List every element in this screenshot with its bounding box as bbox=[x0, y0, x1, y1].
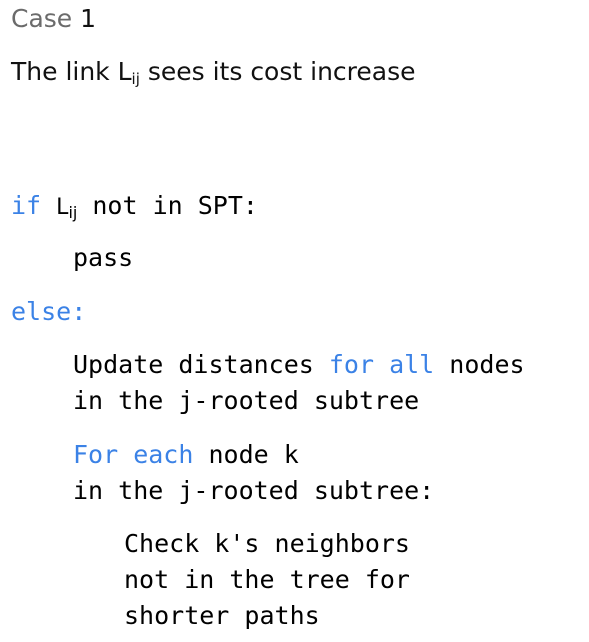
code-line-update-continuation: in the j-rooted subtree bbox=[73, 386, 420, 415]
update-text: Update distances bbox=[73, 350, 329, 379]
description-before: The link L bbox=[11, 57, 132, 86]
code-line-update: Update distances for all nodes bbox=[73, 347, 525, 383]
for-all-keyword: for all bbox=[328, 350, 435, 379]
code-line-pass: pass bbox=[73, 243, 134, 272]
link-variable: L bbox=[56, 195, 69, 220]
case-heading: Case 1 bbox=[11, 3, 96, 35]
description-after: sees its cost increase bbox=[139, 57, 416, 86]
case-label: Case bbox=[11, 4, 73, 33]
if-keyword: if bbox=[11, 191, 42, 220]
case-description: The link Lij sees its cost increase bbox=[11, 56, 416, 95]
foreach-rest: node k bbox=[193, 440, 299, 469]
code-line-if: if Lij not in SPT: bbox=[11, 188, 258, 231]
for-each-keyword: For each bbox=[73, 440, 194, 469]
update-rest: nodes bbox=[434, 350, 525, 379]
code-line-check-end: shorter paths bbox=[124, 601, 320, 630]
code-line-foreach-continuation: in the j-rooted subtree: bbox=[73, 476, 435, 505]
description-subscript: ij bbox=[131, 70, 140, 88]
code-line-check: Check k's neighbors bbox=[124, 529, 410, 558]
code-line-else: else: bbox=[11, 297, 87, 326]
code-line-check-continuation: not in the tree for bbox=[124, 565, 410, 594]
code-line-foreach: For each node k bbox=[73, 437, 299, 473]
link-variable-subscript: ij bbox=[68, 203, 78, 222]
case-number: 1 bbox=[80, 4, 97, 33]
if-condition-rest: not in SPT: bbox=[77, 191, 258, 220]
